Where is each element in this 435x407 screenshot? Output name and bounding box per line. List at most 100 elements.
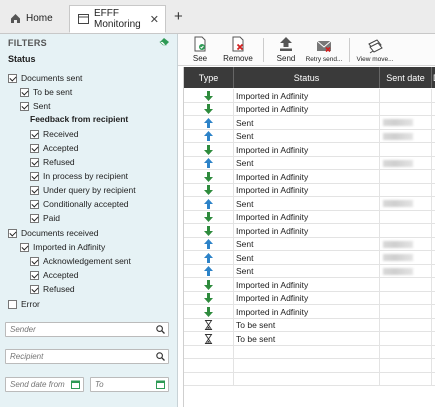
type-cell <box>184 278 234 292</box>
view-move-button[interactable]: View move... <box>354 34 396 66</box>
calendar-icon[interactable] <box>156 380 165 389</box>
checkbox[interactable] <box>30 284 39 294</box>
tab-efff-monitoring-label: EFFF Monitoring <box>94 8 141 30</box>
checkbox[interactable] <box>30 213 39 223</box>
checkbox[interactable] <box>30 129 39 139</box>
filter-option[interactable]: Accepted <box>30 142 78 154</box>
table-row[interactable]: Sent <box>184 237 435 251</box>
table-row[interactable]: Imported in Adfinity <box>184 170 435 184</box>
column-header-sent-date[interactable]: Sent date <box>380 67 432 88</box>
checkbox[interactable] <box>30 256 39 266</box>
table-row[interactable]: Sent <box>184 116 435 130</box>
table-row[interactable]: Sent <box>184 251 435 265</box>
table-row[interactable]: Imported in Adfinity <box>184 89 435 103</box>
filter-option[interactable]: Refused <box>30 283 75 295</box>
send-date-to-field[interactable] <box>90 377 169 392</box>
sent-date-cell <box>380 237 432 251</box>
recipient-field[interactable] <box>5 349 169 364</box>
filter-option[interactable]: Paid <box>30 212 60 224</box>
retry-send-button[interactable]: Retry send... <box>304 34 344 66</box>
close-icon[interactable]: ✕ <box>150 13 159 26</box>
type-cell <box>184 359 234 373</box>
table-row[interactable]: Sent <box>184 197 435 211</box>
status-cell: Sent <box>234 264 380 278</box>
table-row[interactable]: Imported in Adfinity <box>184 278 435 292</box>
filter-option[interactable]: Refused <box>30 156 75 168</box>
checkbox[interactable] <box>20 87 29 97</box>
filter-option[interactable]: Accepted <box>30 269 78 281</box>
table-row[interactable] <box>184 345 435 359</box>
type-cell <box>184 372 234 386</box>
recipient-input[interactable] <box>6 350 168 363</box>
remove-icon <box>230 36 246 52</box>
checkbox[interactable] <box>20 101 29 111</box>
type-cell <box>184 291 234 305</box>
checkbox[interactable] <box>30 199 39 209</box>
send-button[interactable]: Send <box>272 34 300 66</box>
search-icon[interactable] <box>156 325 165 334</box>
checkbox[interactable] <box>30 143 39 153</box>
filter-option[interactable]: Documents sent <box>8 72 82 84</box>
filter-option[interactable]: In process by recipient <box>30 170 128 182</box>
table-row[interactable] <box>184 372 435 386</box>
column-header-status[interactable]: Status <box>234 67 380 88</box>
table-row[interactable]: To be sent <box>184 332 435 346</box>
arrow-down-icon <box>204 293 213 304</box>
redacted-date <box>383 254 413 262</box>
checkbox[interactable] <box>30 171 39 181</box>
checkbox[interactable] <box>20 242 29 252</box>
table-row[interactable] <box>184 359 435 373</box>
toolbar: See Remove Send Retry send... View move.… <box>178 34 435 66</box>
status-cell: Imported in Adfinity <box>234 278 380 292</box>
type-cell <box>184 183 234 197</box>
checkbox[interactable] <box>30 270 39 280</box>
checkbox[interactable] <box>30 185 39 195</box>
checkbox[interactable] <box>8 299 17 309</box>
table-row[interactable]: Sent <box>184 156 435 170</box>
table-row[interactable]: Imported in Adfinity <box>184 224 435 238</box>
filters-title: FILTERS <box>8 38 47 48</box>
table-row[interactable]: Imported in Adfinity <box>184 291 435 305</box>
tab-efff-monitoring[interactable]: EFFF Monitoring ✕ <box>69 5 166 33</box>
filter-option[interactable]: Acknowledgement sent <box>30 255 131 267</box>
tab-home[interactable]: Home <box>2 6 64 30</box>
filter-option[interactable]: To be sent <box>20 86 72 98</box>
table-row[interactable]: Imported in Adfinity <box>184 143 435 157</box>
table-row[interactable]: To be sent <box>184 318 435 332</box>
filter-option[interactable]: Imported in Adfinity <box>20 241 105 253</box>
redacted-date <box>383 240 413 248</box>
table-row[interactable]: Imported in Adfinity <box>184 210 435 224</box>
table-row[interactable]: Imported in Adfinity <box>184 102 435 116</box>
see-button[interactable]: See <box>186 34 214 66</box>
see-icon <box>192 36 208 52</box>
checkbox[interactable] <box>8 73 17 83</box>
table-row[interactable]: Sent <box>184 129 435 143</box>
upload-icon <box>278 36 294 52</box>
sent-date-cell <box>380 278 432 292</box>
checkbox[interactable] <box>30 157 39 167</box>
send-date-from-field[interactable] <box>5 377 84 392</box>
checkbox[interactable] <box>8 228 17 238</box>
remove-button[interactable]: Remove <box>220 34 256 66</box>
table-row[interactable]: Imported in Adfinity <box>184 183 435 197</box>
table-row[interactable]: Imported in Adfinity <box>184 305 435 319</box>
filter-option-label: Paid <box>43 213 61 223</box>
calendar-icon[interactable] <box>71 380 80 389</box>
search-icon[interactable] <box>156 352 165 361</box>
table-row[interactable]: Sent <box>184 264 435 278</box>
column-header-type[interactable]: Type <box>184 67 234 88</box>
filter-option[interactable]: Conditionally accepted <box>30 198 129 210</box>
filter-option[interactable]: Error <box>8 298 40 310</box>
sender-field[interactable] <box>5 322 169 337</box>
filter-option[interactable]: Sent <box>20 100 51 112</box>
type-cell <box>184 156 234 170</box>
filter-option[interactable]: Documents received <box>8 227 98 239</box>
add-tab-button[interactable]: + <box>174 8 183 25</box>
filter-option[interactable]: Under query by recipient <box>30 184 136 196</box>
clear-filters-icon[interactable] <box>159 37 170 46</box>
sender-input[interactable] <box>6 323 168 336</box>
status-cell <box>234 372 380 386</box>
arrow-up-icon <box>204 252 213 263</box>
documents-grid: Type Status Sent date D Imported in Adfi… <box>183 67 435 407</box>
filter-option[interactable]: Received <box>30 128 78 140</box>
